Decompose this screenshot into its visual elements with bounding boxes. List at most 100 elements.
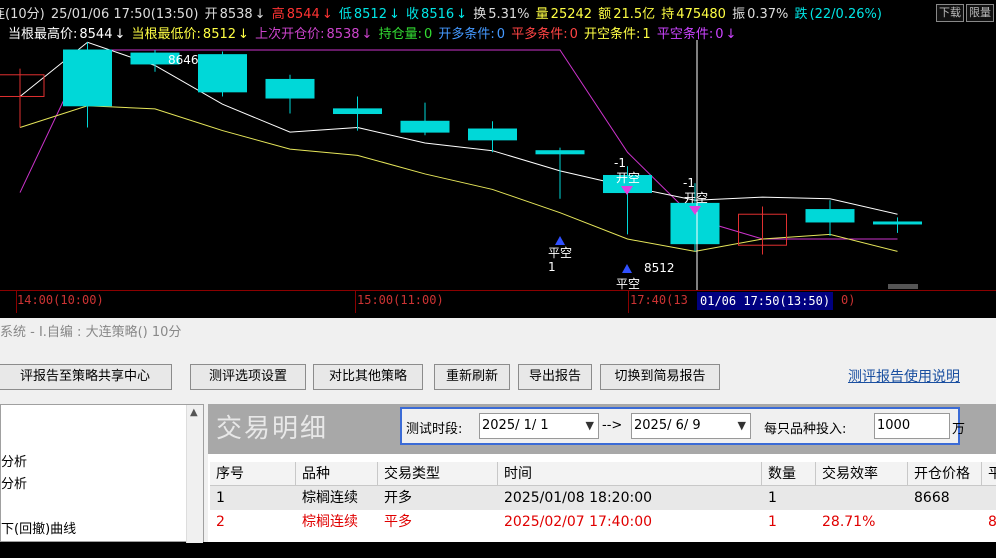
col-header-type[interactable]: 交易类型	[378, 462, 498, 486]
tree-scrollbar[interactable]: ▲	[186, 405, 203, 543]
position-value: 0	[423, 27, 433, 42]
cell-product: 棕榈连续	[302, 490, 358, 506]
price-low-annotation: 8512	[644, 261, 675, 275]
kline-chart[interactable]: 86468512-1开空-1开空平空1平空 连(10分) 25/01/06 17…	[0, 0, 996, 318]
cover-signal-icon	[622, 264, 632, 273]
share-report-button[interactable]: 评报告至策略共享中心	[0, 364, 172, 390]
arrow-down-icon: ↓	[238, 27, 249, 42]
signal-label: 开空	[684, 191, 708, 205]
col-header-efficiency[interactable]: 交易效率	[816, 462, 908, 486]
scroll-indicator[interactable]	[888, 284, 918, 289]
trade-detail-panel: 交易明细 测试时段: 2025/ 1/ 1 ▼ --> 2025/ 6/ 9 ▼…	[208, 404, 996, 542]
col-header-product[interactable]: 品种	[296, 462, 378, 486]
candle-body	[0, 74, 45, 97]
cell-close: 88	[988, 514, 996, 530]
end-date-select[interactable]: 2025/ 6/ 9 ▼	[631, 413, 751, 439]
symbol-label: 连(10分)	[0, 7, 45, 22]
col-header-time[interactable]: 时间	[498, 462, 762, 486]
candle-body	[873, 221, 922, 225]
compare-strategy-button[interactable]: 对比其他策略	[313, 364, 423, 390]
price-high-annotation: 8646	[168, 53, 199, 67]
time-label: 17:40(13	[630, 293, 688, 307]
cell-no: 1	[216, 490, 225, 506]
signal-label: 开空	[616, 171, 640, 185]
chart-toolbar: 下载 限量	[936, 4, 994, 22]
high-label: 高	[271, 7, 285, 22]
candle-body	[468, 128, 517, 141]
oi-label: 持	[661, 7, 675, 22]
time-axis: 14:00(10:00) 15:00(11:00) 17:40(13 01/06…	[0, 284, 996, 313]
sell-close-value: 0	[569, 27, 578, 42]
col-header-open-price[interactable]: 开仓价格	[908, 462, 982, 486]
volume-label: 量	[535, 7, 549, 22]
volume-value: 25242	[550, 7, 593, 22]
sell-open-label: 开空条件:	[584, 27, 641, 42]
table-row[interactable]: 1 棕榈连续 开多 2025/01/08 18:20:00 1 8668	[210, 486, 996, 510]
candle-body	[400, 120, 450, 133]
signal-value: -1	[683, 176, 695, 190]
buy-close-label: 平空条件:	[656, 27, 714, 42]
upper-band-line	[19, 41, 898, 215]
table-row[interactable]: 2 棕榈连续 平多 2025/02/07 17:40:00 1 28.71% 8…	[210, 510, 996, 534]
col-header-close[interactable]: 平	[982, 462, 996, 486]
last-open-value: 8538	[326, 27, 360, 42]
invest-input[interactable]: 1000	[874, 413, 950, 439]
cell-qty: 1	[768, 514, 777, 530]
quote-header: 连(10分) 25/01/06 17:50(13:50) 开8538↓ 高854…	[0, 5, 884, 25]
open-value: 8538	[219, 7, 253, 22]
cell-product: 棕榈连续	[302, 514, 358, 530]
end-date-value: 2025/ 6/ 9	[634, 418, 701, 433]
cell-open-price	[908, 510, 982, 534]
turnover-label: 换	[473, 7, 487, 22]
start-date-select[interactable]: 2025/ 1/ 1 ▼	[479, 413, 599, 439]
cell-close	[982, 486, 996, 510]
chevron-down-icon[interactable]: ▼	[586, 414, 594, 438]
bar-low-label: 当根最低价:	[131, 27, 201, 42]
arrow-down-icon: ↓	[388, 7, 400, 22]
turnover-value: 5.31%	[488, 7, 530, 22]
trade-detail-header: 交易明细 测试时段: 2025/ 1/ 1 ▼ --> 2025/ 6/ 9 ▼…	[208, 404, 996, 454]
time-tick	[355, 291, 356, 313]
time-label: 14:00(10:00)	[17, 293, 104, 307]
time-label: 15:00(11:00)	[357, 293, 444, 307]
test-period-label: 测试时段:	[406, 422, 463, 437]
indicator-header: 当根最高价: 8544 ↓ 当根最低价: 8512 ↓ 上次开仓价: 8538 ↓ 持仓量:…	[8, 25, 738, 45]
col-header-no[interactable]: 序号	[210, 462, 296, 486]
arrow-down-icon: ↓	[321, 7, 333, 22]
scroll-up-icon[interactable]: ▲	[190, 407, 198, 418]
report-pane: 系统 - I.自编 : 大连策略() 10分 评报告至策略共享中心 测评选项设置…	[0, 318, 996, 558]
tree-item[interactable]: 分析	[1, 473, 27, 492]
high-value: 8544	[286, 7, 320, 22]
sell-open-value: 1	[642, 27, 651, 42]
period-arrow: -->	[602, 418, 623, 433]
arrow-down-icon: ↓	[456, 7, 468, 22]
time-tick	[628, 291, 629, 313]
cell-efficiency: 28.71%	[822, 514, 876, 530]
limit-button[interactable]: 限量	[966, 4, 994, 22]
export-report-button[interactable]: 导出报告	[518, 364, 592, 390]
trade-detail-title: 交易明细	[216, 414, 329, 444]
download-button[interactable]: 下载	[936, 4, 964, 22]
signal-value: -1	[614, 156, 626, 170]
arrow-down-icon: ↓	[725, 27, 737, 42]
cell-no: 2	[216, 514, 225, 530]
report-help-link[interactable]: 测评报告使用说明	[848, 366, 960, 386]
refresh-button[interactable]: 重新刷新	[434, 364, 510, 390]
signal-value: 1	[548, 260, 556, 274]
tree-item[interactable]: 分析	[1, 451, 27, 470]
col-header-qty[interactable]: 数量	[762, 462, 816, 486]
evaluation-options-button[interactable]: 测评选项设置	[190, 364, 306, 390]
lower-band-line	[19, 105, 898, 252]
signal-label: 平空	[548, 246, 572, 260]
stop-line	[19, 49, 898, 240]
tree-item[interactable]: 下(回撤)曲线	[1, 518, 76, 537]
switch-simple-report-button[interactable]: 切换到简易报告	[600, 364, 720, 390]
candle-body	[535, 150, 585, 155]
open-label: 开	[204, 7, 218, 22]
candle-body	[63, 49, 112, 107]
chevron-down-icon[interactable]: ▼	[738, 414, 746, 438]
change-label: 跌	[794, 7, 808, 22]
invest-label: 每只品种投入:	[764, 422, 847, 437]
report-tree[interactable]: 分析 分析 下(回撤)曲线 …他报告 ▲	[0, 404, 204, 558]
buy-open-value: 0	[496, 27, 506, 42]
